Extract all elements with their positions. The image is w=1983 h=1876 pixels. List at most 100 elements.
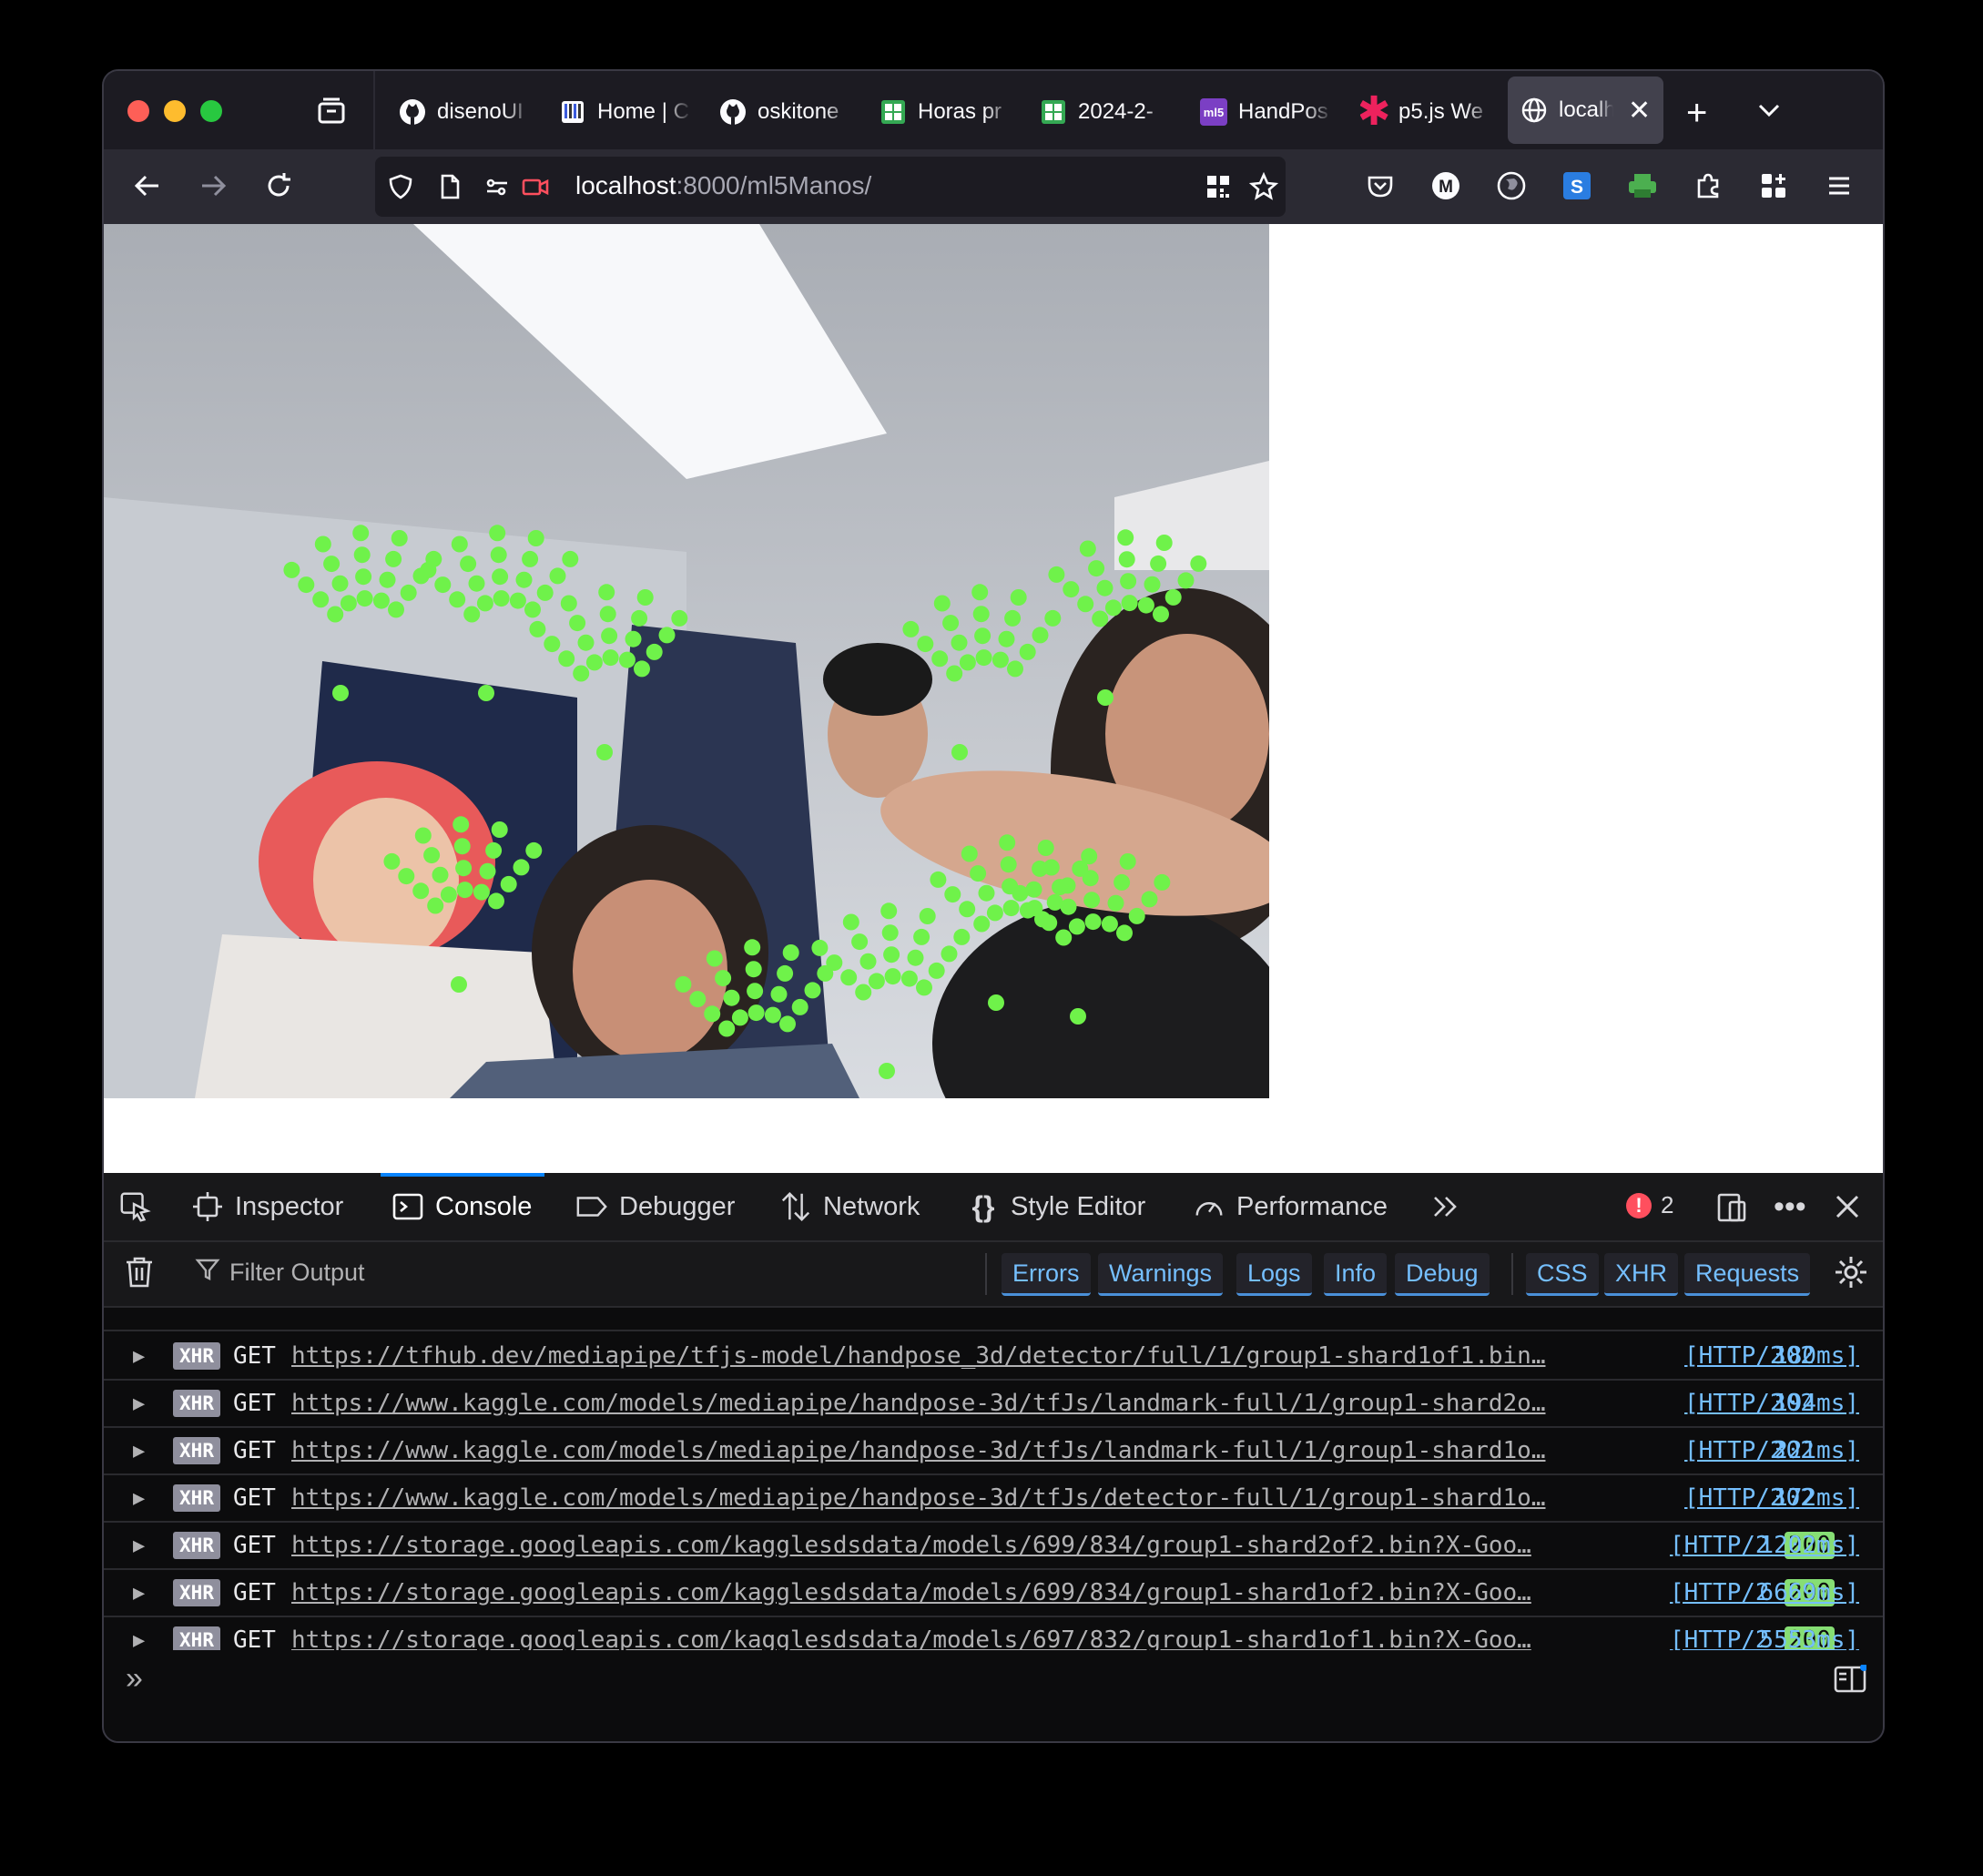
filter-debug-button[interactable]: Debug [1395, 1253, 1490, 1296]
chevron-down-icon[interactable] [1754, 95, 1785, 130]
tab-label: Home | C [597, 99, 689, 124]
request-url[interactable]: https://storage.googleapis.com/kagglesds… [291, 1532, 1652, 1559]
firefox-view-icon[interactable] [315, 95, 348, 127]
url-text[interactable]: localhost:8000/ml5Manos/ [575, 171, 871, 200]
request-url[interactable]: https://www.kaggle.com/models/mediapipe/… [291, 1437, 1666, 1464]
hand-keypoint [352, 525, 370, 542]
tab-p5js[interactable]: ✱ p5.js We [1360, 91, 1493, 133]
forward-arrow-icon[interactable] [193, 166, 233, 206]
filter-info-button[interactable]: Info [1324, 1253, 1388, 1296]
request-time[interactable]: 221ms] [1774, 1437, 1859, 1464]
expand-triangle-icon[interactable]: ▶ [133, 1582, 145, 1605]
close-tab-icon[interactable]: ✕ [1628, 95, 1651, 127]
filter-logs-button[interactable]: Logs [1236, 1253, 1312, 1296]
console-request-row[interactable]: ▶ XHR GET https://www.kaggle.com/models/… [104, 1475, 1883, 1523]
request-time[interactable]: 1202ms] [1759, 1532, 1859, 1559]
sidebar-toggle-icon[interactable] [1834, 1664, 1867, 1694]
tab-console[interactable]: Console [380, 1173, 545, 1240]
filter-errors-button[interactable]: Errors [1002, 1253, 1091, 1296]
tab-oskitone[interactable]: oskitone [719, 91, 852, 133]
filter-xhr-button[interactable]: XHR [1604, 1253, 1679, 1296]
request-protocol[interactable]: [HTTP/2 [1670, 1626, 1770, 1650]
zoom-window-button[interactable] [200, 100, 222, 122]
close-window-button[interactable] [127, 100, 149, 122]
extensions-puzzle-icon[interactable] [1688, 166, 1728, 206]
extension-m-icon[interactable]: M [1426, 166, 1466, 206]
request-time[interactable]: 194ms] [1774, 1390, 1859, 1417]
extension-globe-icon[interactable] [1491, 166, 1531, 206]
request-time[interactable]: 172ms] [1774, 1484, 1859, 1512]
more-tools-chevron-icon[interactable] [1429, 1173, 1464, 1240]
tab-debugger[interactable]: Debugger [575, 1173, 735, 1240]
error-count-badge[interactable]: ! 2 [1626, 1191, 1673, 1219]
printer-icon[interactable] [1622, 166, 1663, 206]
console-request-row[interactable]: ▶ XHR GET https://www.kaggle.com/models/… [104, 1428, 1883, 1475]
request-protocol[interactable]: [HTTP/2 [1684, 1437, 1785, 1464]
tab-handpose[interactable]: ml5 HandPos [1200, 91, 1333, 133]
expand-triangle-icon[interactable]: ▶ [133, 1534, 145, 1557]
tab-style-editor[interactable]: {} Style Editor [967, 1173, 1146, 1240]
filter-requests-button[interactable]: Requests [1684, 1253, 1811, 1296]
expand-triangle-icon[interactable]: ▶ [133, 1629, 145, 1651]
responsive-design-icon[interactable] [1715, 1173, 1748, 1240]
request-url[interactable]: https://www.kaggle.com/models/mediapipe/… [291, 1390, 1666, 1417]
expand-triangle-icon[interactable]: ▶ [133, 1392, 145, 1415]
tab-inspector[interactable]: Inspector [191, 1173, 343, 1240]
request-time[interactable]: 6669ms] [1759, 1579, 1859, 1606]
request-protocol[interactable]: [HTTP/2 [1684, 1390, 1785, 1417]
webcam-canvas[interactable] [104, 224, 1269, 1098]
request-time[interactable]: 180ms] [1774, 1342, 1859, 1370]
camera-sharing-icon[interactable] [521, 172, 550, 201]
request-protocol[interactable]: [HTTP/2 [1670, 1579, 1770, 1606]
pocket-icon[interactable] [1360, 166, 1400, 206]
qr-code-icon[interactable] [1204, 172, 1233, 201]
page-icon[interactable] [435, 172, 464, 201]
tab-localhost[interactable]: localh ✕ [1508, 76, 1664, 144]
url-bar[interactable]: localhost:8000/ml5Manos/ [375, 157, 1286, 217]
request-url[interactable]: https://tfhub.dev/mediapipe/tfjs-model/h… [291, 1342, 1666, 1370]
star-bookmark-icon[interactable] [1249, 172, 1278, 201]
back-arrow-icon[interactable] [127, 166, 168, 206]
request-url[interactable]: https://www.kaggle.com/models/mediapipe/… [291, 1484, 1666, 1512]
permissions-icon[interactable] [483, 172, 512, 201]
request-protocol[interactable]: [HTTP/2 [1684, 1484, 1785, 1512]
tab-disenoui[interactable]: disenoUI [399, 91, 532, 133]
request-url[interactable]: https://storage.googleapis.com/kagglesds… [291, 1626, 1652, 1650]
filter-warnings-button[interactable]: Warnings [1098, 1253, 1224, 1296]
tab-2024[interactable]: 2024-2- [1040, 91, 1173, 133]
console-request-row[interactable]: ▶ XHR GET https://tfhub.dev/mediapipe/tf… [104, 1333, 1883, 1381]
console-request-row[interactable]: ▶ XHR GET https://storage.googleapis.com… [104, 1570, 1883, 1617]
request-protocol[interactable]: [HTTP/2 [1684, 1342, 1785, 1370]
hand-keypoint [804, 982, 821, 999]
reload-icon[interactable] [259, 166, 299, 206]
hand-keypoint [414, 827, 432, 844]
hamburger-menu-icon[interactable] [1819, 166, 1859, 206]
more-options-icon[interactable]: ••• [1774, 1173, 1806, 1240]
tab-performance[interactable]: Performance [1193, 1173, 1388, 1240]
filter-css-button[interactable]: CSS [1526, 1253, 1599, 1296]
close-devtools-icon[interactable] [1834, 1173, 1861, 1240]
request-protocol[interactable]: [HTTP/2 [1670, 1532, 1770, 1559]
settings-gear-icon[interactable] [1834, 1255, 1868, 1294]
tab-home[interactable]: Home | C [559, 91, 692, 133]
extension-s-icon[interactable]: S [1557, 166, 1597, 206]
console-request-row[interactable]: ▶ XHR GET https://www.kaggle.com/models/… [104, 1381, 1883, 1428]
console-request-row[interactable]: ▶ XHR GET https://storage.googleapis.com… [104, 1523, 1883, 1570]
expand-triangle-icon[interactable]: ▶ [133, 1487, 145, 1510]
new-tab-icon[interactable]: + [1686, 93, 1707, 134]
expand-triangle-icon[interactable]: ▶ [133, 1440, 145, 1463]
tab-network[interactable]: Network [779, 1173, 920, 1240]
filter-output-input[interactable]: Filter Output [195, 1257, 365, 1289]
trash-icon[interactable] [124, 1255, 155, 1294]
request-url[interactable]: https://storage.googleapis.com/kagglesds… [291, 1579, 1652, 1606]
shield-icon[interactable] [386, 172, 415, 201]
tab-horas[interactable]: Horas pr [880, 91, 1012, 133]
grid-add-icon[interactable] [1754, 166, 1794, 206]
minimize-window-button[interactable] [164, 100, 186, 122]
element-picker-icon[interactable] [118, 1173, 151, 1240]
hand-keypoint [298, 576, 315, 594]
console-request-row[interactable]: ▶ XHR GET https://storage.googleapis.com… [104, 1617, 1883, 1650]
request-time[interactable]: 5553ms] [1759, 1626, 1859, 1650]
expand-triangle-icon[interactable]: ▶ [133, 1345, 145, 1368]
console-input[interactable]: » [104, 1652, 1883, 1741]
